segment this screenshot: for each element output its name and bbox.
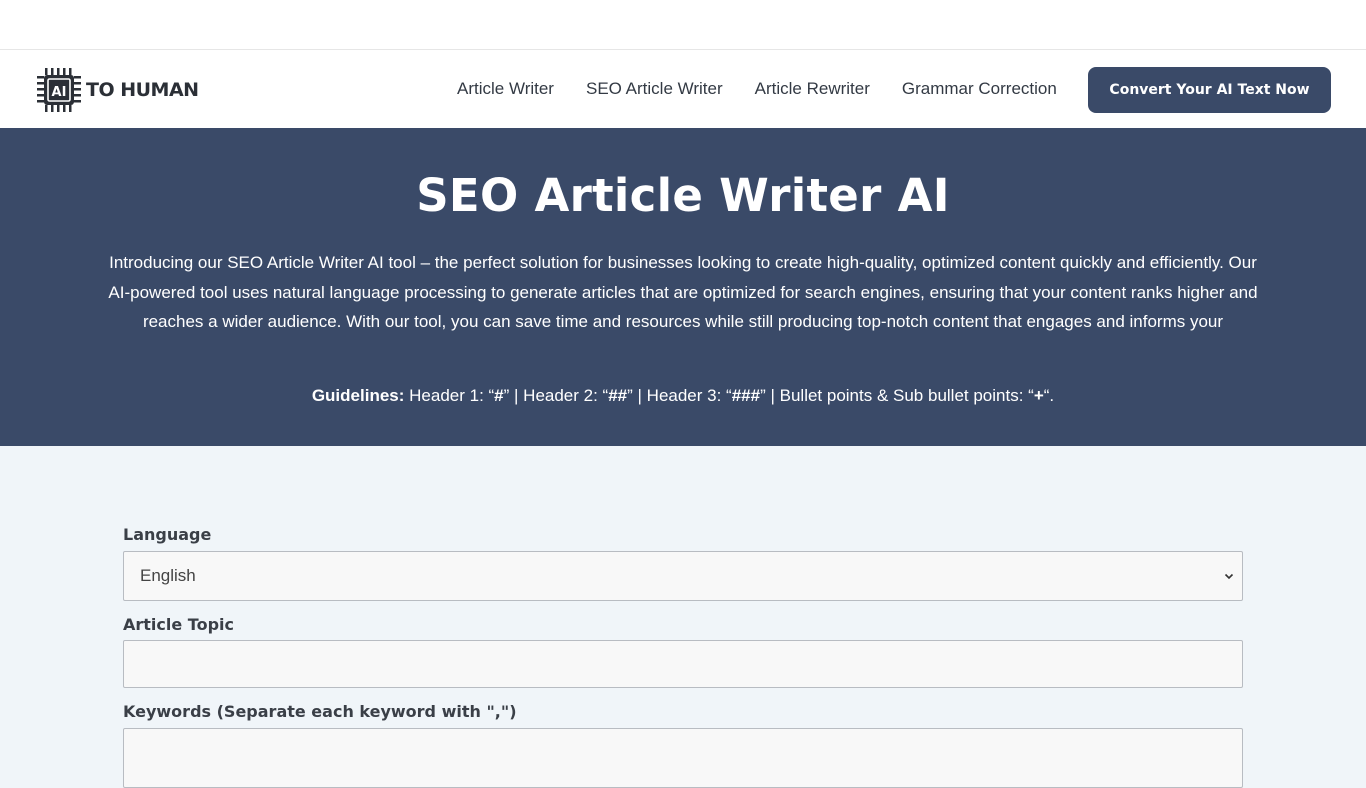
guide-h1-symbol: #: [494, 385, 504, 405]
guide-h2-prefix: ” | Header 2: “: [503, 385, 609, 405]
guide-bullet-symbol: +: [1033, 385, 1044, 405]
logo-text: TO HUMAN: [86, 79, 199, 101]
nav-item-grammar-correction[interactable]: Grammar Correction: [886, 79, 1073, 99]
keywords-input[interactable]: [123, 728, 1243, 788]
top-strip: [0, 0, 1366, 50]
nav-item-seo-article-writer[interactable]: SEO Article Writer: [570, 79, 739, 99]
nav-item-article-writer[interactable]: Article Writer: [441, 79, 570, 99]
chevron-down-icon: [1224, 573, 1234, 580]
guide-h3-symbol: ###: [731, 385, 761, 405]
guide-h2-symbol: ##: [608, 385, 628, 405]
article-topic-input[interactable]: [123, 640, 1243, 688]
article-topic-label: Article Topic: [123, 615, 234, 634]
chip-icon: AI: [37, 68, 81, 112]
page-title: SEO Article Writer AI: [416, 169, 950, 222]
language-label: Language: [123, 525, 212, 544]
guidelines: Guidelines: Header 1: “#” | Header 2: “#…: [0, 386, 1366, 406]
language-selected-value: English: [140, 566, 196, 585]
hero-section: SEO Article Writer AI Introducing our SE…: [0, 128, 1366, 446]
keywords-label: Keywords (Separate each keyword with ","…: [123, 702, 517, 721]
intro-text: Introducing our SEO Article Writer AI to…: [108, 253, 1258, 331]
main-nav: Article Writer SEO Article Writer Articl…: [441, 50, 1073, 128]
language-select[interactable]: English: [123, 551, 1243, 601]
guide-bullet-prefix: ” | Bullet points & Sub bullet points: “: [760, 385, 1034, 405]
site-logo[interactable]: AI TO HUMAN: [35, 66, 199, 114]
site-header: AI TO HUMAN Article Writer SEO Article W…: [0, 50, 1366, 128]
guide-end: “.: [1043, 385, 1055, 405]
guidelines-label: Guidelines:: [311, 385, 405, 405]
logo-chip-text: AI: [52, 85, 67, 100]
nav-item-article-rewriter[interactable]: Article Rewriter: [739, 79, 886, 99]
guide-h3-prefix: ” | Header 3: “: [627, 385, 732, 405]
convert-ai-text-button[interactable]: Convert Your AI Text Now: [1088, 67, 1331, 113]
guide-h1-prefix: Header 1: “: [404, 385, 495, 405]
